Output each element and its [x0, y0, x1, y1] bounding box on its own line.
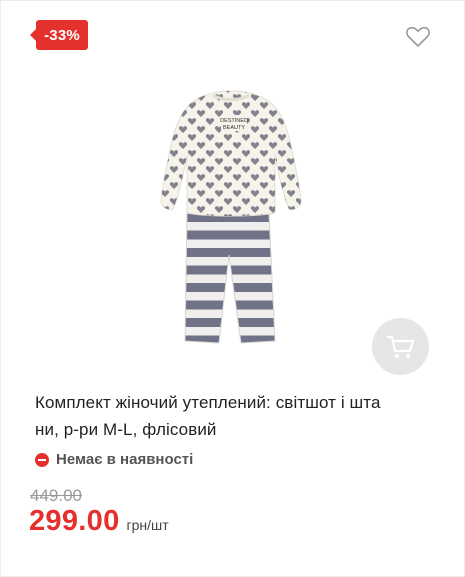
price-block: 299.00 грн/шт: [29, 505, 169, 538]
product-title-line-2[interactable]: ни, р-ри M-L, флісовий: [35, 416, 435, 443]
svg-text:BEAUTY: BEAUTY: [223, 125, 245, 131]
stock-status-label: Немає в наявності: [56, 451, 194, 468]
product-card[interactable]: -33% DESTINED BEAUTY Комплект жіночий ут…: [0, 0, 465, 577]
minus-circle-icon: [35, 452, 49, 467]
add-to-cart-button[interactable]: [372, 318, 429, 375]
favorite-button[interactable]: [405, 25, 431, 49]
product-title[interactable]: Комплект жіночий утеплений: світшот і шт…: [35, 389, 435, 443]
cart-icon: [386, 335, 414, 358]
pajama-set-image: DESTINED BEAUTY: [160, 90, 302, 344]
old-price: 449.00: [30, 486, 82, 505]
discount-badge: -33%: [30, 20, 88, 50]
price-unit: грн/шт: [126, 517, 169, 533]
svg-text:DESTINED: DESTINED: [220, 118, 248, 124]
stock-status: Немає в наявності: [35, 451, 193, 468]
current-price: 299.00: [29, 505, 120, 537]
product-image[interactable]: DESTINED BEAUTY: [151, 85, 311, 355]
heart-outline-icon: [406, 26, 430, 47]
product-title-line-1[interactable]: Комплект жіночий утеплений: світшот і шт…: [35, 389, 435, 416]
discount-label: -33%: [44, 26, 80, 44]
